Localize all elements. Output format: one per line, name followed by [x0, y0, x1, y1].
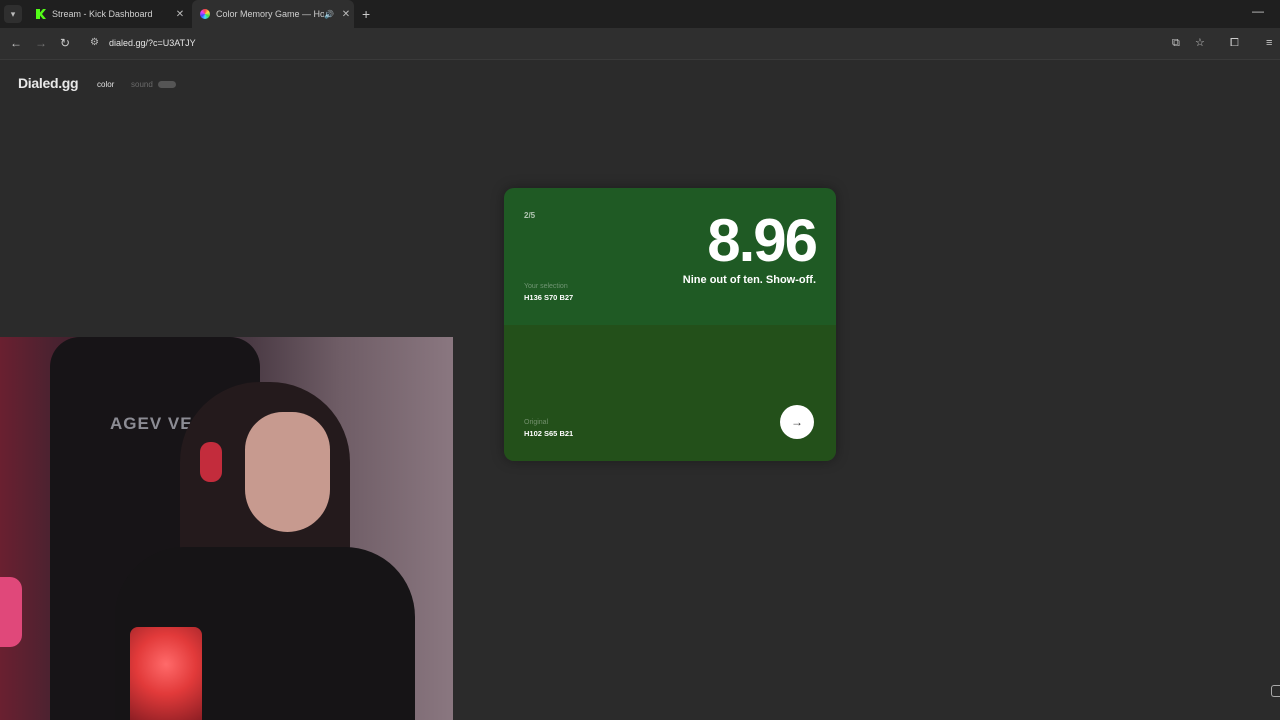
- minimize-button[interactable]: —: [1252, 4, 1264, 18]
- bookmark-star-icon[interactable]: ☆: [1195, 36, 1205, 50]
- headset: [200, 442, 222, 482]
- tab-title: Stream - Kick Dashboard: [52, 9, 153, 19]
- result-card: 2/5 8.96 Nine out of ten. Show-off. Your…: [504, 188, 836, 461]
- mode-color-tab[interactable]: color: [97, 80, 114, 89]
- mode-sound-tab[interactable]: sound: [131, 80, 153, 89]
- reload-icon[interactable]: ↻: [60, 36, 70, 50]
- original-label: Original: [524, 419, 549, 426]
- install-app-icon[interactable]: ⧉: [1172, 36, 1180, 50]
- round-counter: 2/5: [524, 211, 536, 220]
- url-text[interactable]: dialed.gg/?c=U3ATJY: [109, 38, 196, 48]
- kick-icon: [36, 9, 46, 19]
- speaker-icon[interactable]: 🔊: [324, 10, 334, 19]
- forward-icon[interactable]: →: [35, 36, 47, 50]
- tab-color-memory-game[interactable]: Color Memory Game — Ho 🔊 ✕: [192, 0, 354, 28]
- back-icon[interactable]: ←: [10, 36, 22, 50]
- arrow-right-icon: →: [791, 415, 803, 429]
- color-wheel-icon: [200, 9, 210, 19]
- score-comment: Nine out of ten. Show-off.: [682, 274, 816, 286]
- close-icon[interactable]: ✕: [172, 9, 188, 20]
- original-value: H102 S65 B21: [524, 429, 574, 438]
- pink-light: [0, 577, 22, 647]
- tab-title: Color Memory Game — Ho: [216, 9, 325, 19]
- webcam-overlay: AGEV VEGA: [0, 337, 453, 720]
- browser-toolbar: ← → ↻ ⚙ dialed.gg/?c=U3ATJY ⧉ ☆ ⧠ ≡: [0, 28, 1280, 60]
- tab-search-button[interactable]: ▾: [4, 5, 22, 23]
- site-info-icon[interactable]: ⚙: [90, 37, 99, 48]
- score: 8.96: [707, 207, 818, 274]
- rgb-lamp: [130, 627, 202, 720]
- tab-strip: ▾ Stream - Kick Dashboard ✕ Color Memory…: [0, 0, 1280, 28]
- selection-value: H136 S70 B27: [524, 293, 574, 302]
- original-swatch: Original H102 S65 B21: [504, 325, 836, 461]
- menu-icon[interactable]: ≡: [1266, 36, 1272, 50]
- site-logo[interactable]: Dialed.gg: [18, 75, 79, 91]
- extensions-icon[interactable]: ⧠: [1230, 36, 1239, 50]
- next-round-button[interactable]: →: [780, 405, 814, 439]
- new-tab-button[interactable]: +: [362, 5, 370, 23]
- chat-icon[interactable]: [1271, 685, 1280, 697]
- address-bar[interactable]: ⚙ dialed.gg/?c=U3ATJY: [84, 32, 1216, 55]
- close-icon[interactable]: ✕: [338, 9, 354, 20]
- mode-toggle[interactable]: [158, 81, 176, 88]
- tab-kick-dashboard[interactable]: Stream - Kick Dashboard ✕: [28, 0, 188, 28]
- streamer-face: [245, 412, 330, 532]
- selection-label: Your selection: [524, 283, 568, 290]
- selection-swatch: 2/5 8.96 Nine out of ten. Show-off. Your…: [504, 188, 836, 325]
